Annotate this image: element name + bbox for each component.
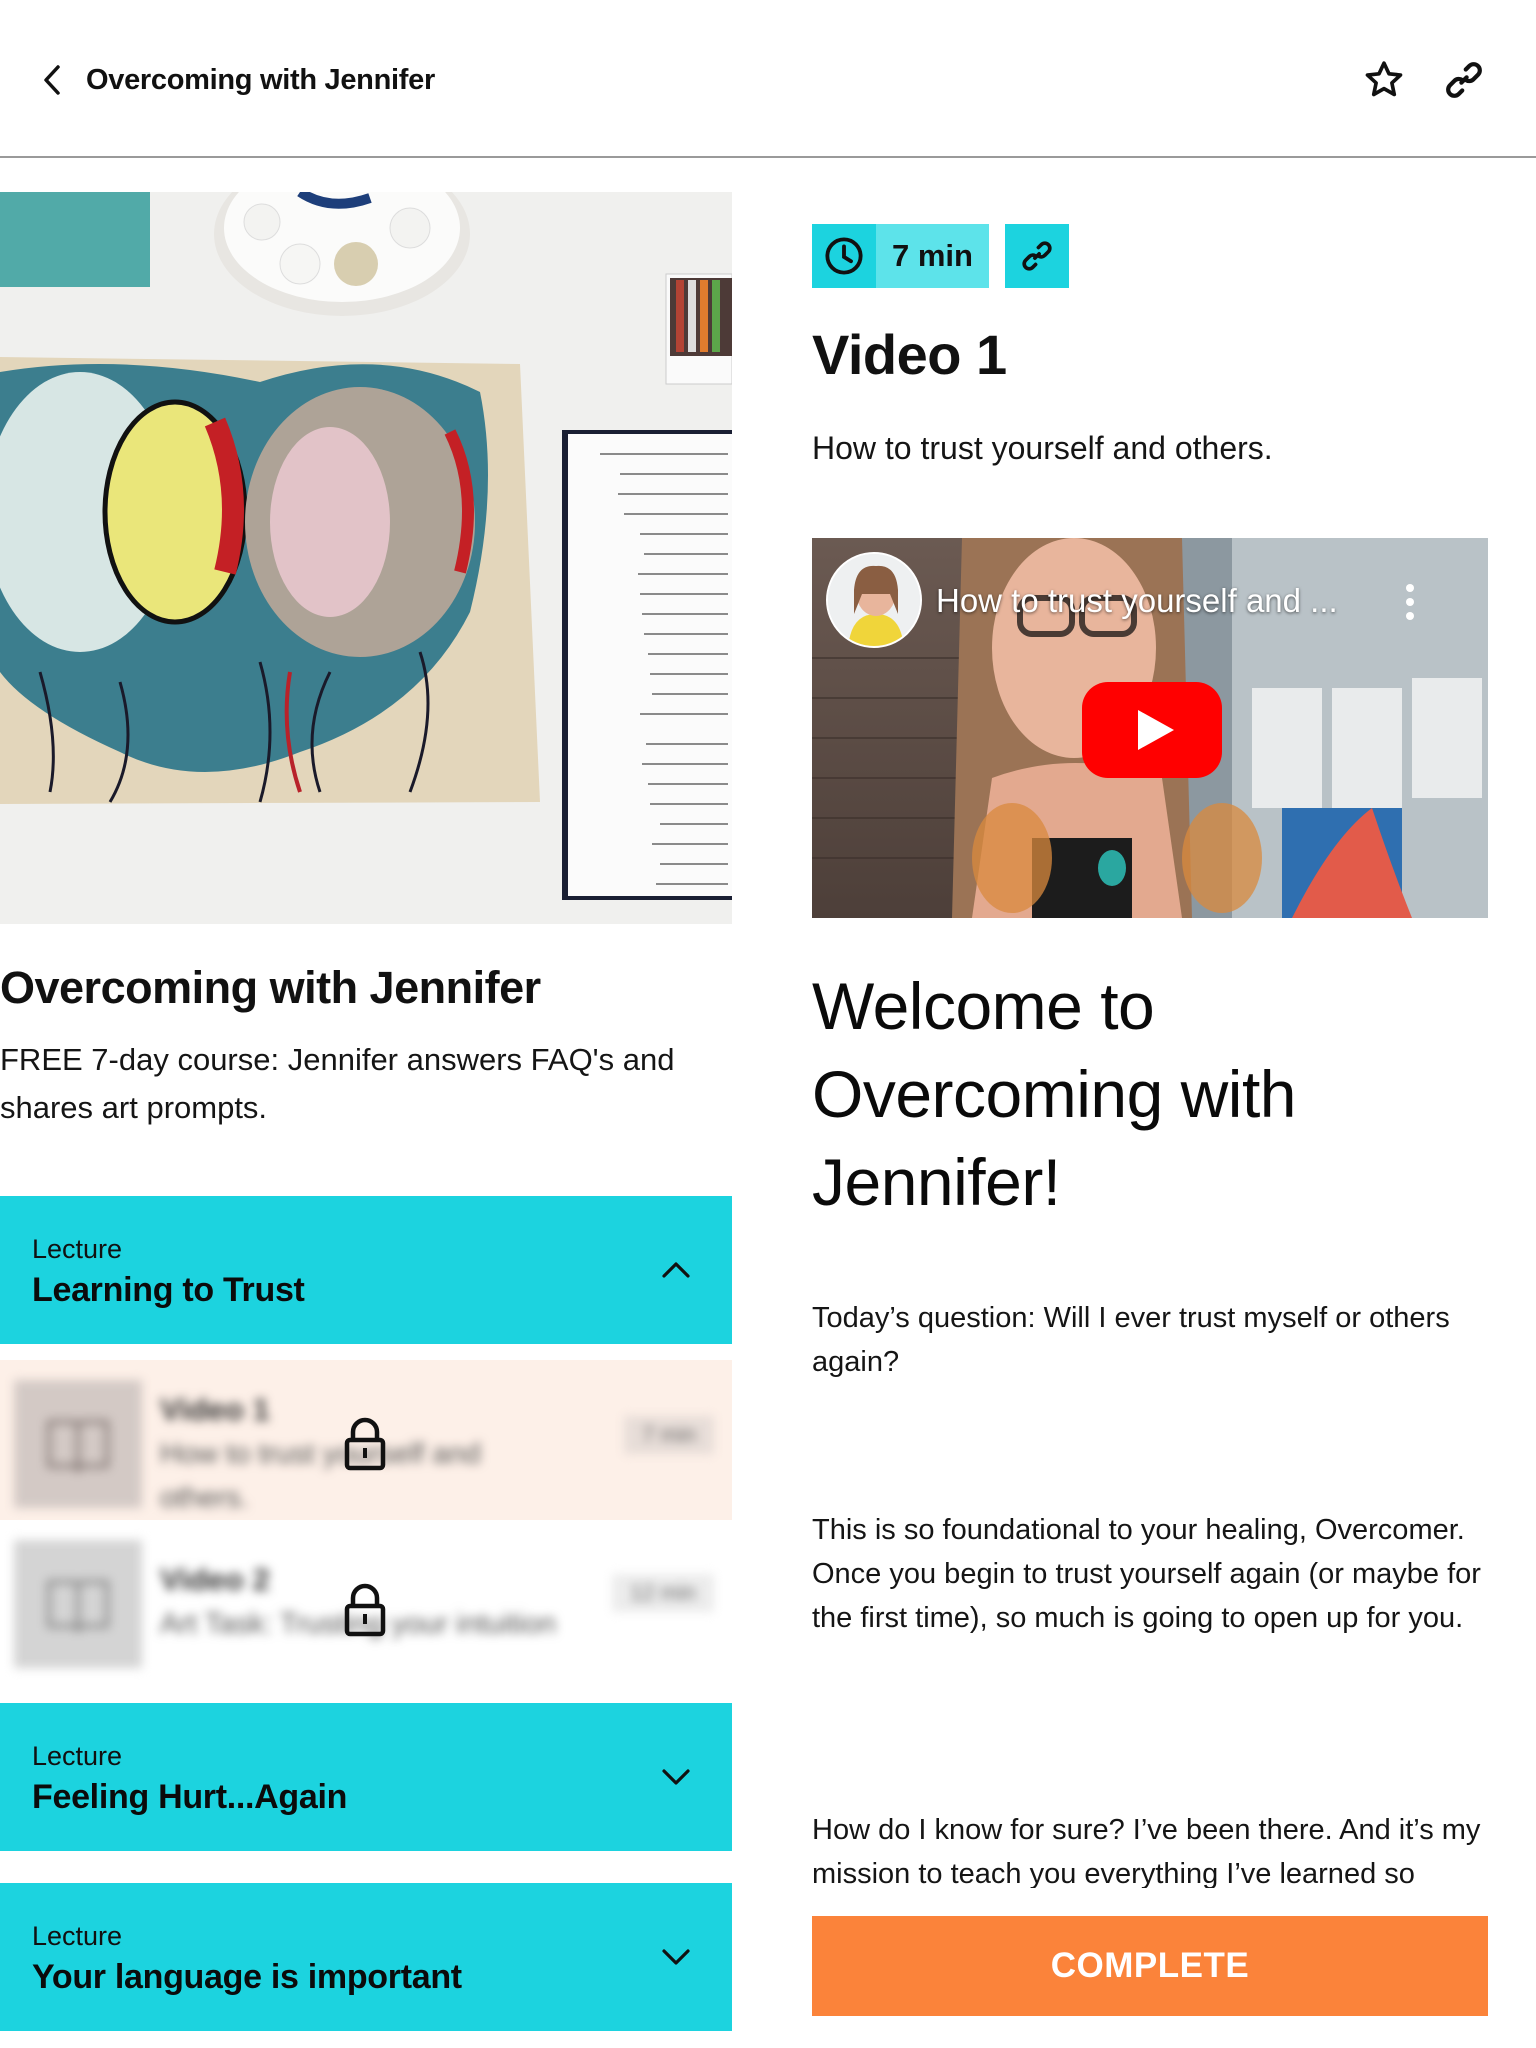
lesson-item-video-1[interactable]: Video 1 How to trust yourself and others… [0,1360,732,1520]
lecture-kind: Lecture [32,1921,123,1951]
channel-avatar[interactable] [826,552,922,648]
back-button[interactable] [34,60,70,100]
lecture-kind: Lecture [32,1234,123,1264]
youtube-video-embed[interactable]: How to trust yourself and ... [812,538,1488,918]
share-link-button[interactable] [1440,56,1488,104]
chevron-down-icon [662,1949,690,1965]
lecture-name: Feeling Hurt...Again [32,1778,348,1816]
lecture-kind: Lecture [32,1741,123,1771]
duration-icon-box [812,224,876,288]
content-paragraph: This is so foundational to your healing,… [812,1514,1481,1634]
lock-icon [344,1417,386,1471]
avatar-image [828,554,920,646]
lesson-thumbnail [14,1380,142,1508]
lecture-header-feeling-hurt-again[interactable]: Lecture Feeling Hurt...Again [0,1703,732,1851]
lesson-title: Video 1 [160,1392,270,1427]
book-icon [47,1420,109,1474]
lesson-title-heading: Video 1 [812,323,1007,386]
book-icon [47,1580,109,1634]
lecture-name: Learning to Trust [32,1271,305,1309]
clock-icon [825,237,863,275]
content-paragraph: How do I know for sure? I’ve been there.… [812,1814,1481,1888]
complete-button[interactable]: COMPLETE [812,1916,1488,2016]
welcome-heading: Welcome to Overcoming with Jennifer! [812,969,1297,1219]
chevron-left-icon [44,65,60,95]
star-outline-icon [1365,61,1403,97]
course-cover-image [0,192,732,924]
lock-icon [344,1583,386,1637]
lesson-subtitle-text: How to trust yourself and others. [812,430,1273,466]
content-paragraph: Today’s question: Will I ever trust myse… [812,1302,1450,1378]
lesson-thumbnail [14,1540,142,1668]
app-header: Overcoming with Jennifer [0,0,1536,158]
lesson-duration: 12 min [611,1574,714,1612]
link-icon [1446,62,1482,98]
chevron-up-icon [662,1262,690,1278]
video-title: How to trust yourself and ... [936,582,1338,619]
duration-badge: 7 min [812,224,989,288]
lesson-subtitle: How to trust yourself and others. [160,1438,481,1514]
lecture-header-your-language-is-important[interactable]: Lecture Your language is important [0,1883,732,2031]
course-title: Overcoming with Jennifer [0,962,541,1013]
chevron-down-icon [662,1769,690,1785]
lesson-link-button[interactable] [1004,224,1069,288]
header-title: Overcoming with Jennifer [86,64,435,96]
duration-text: 7 min [876,224,989,288]
cover-artwork [0,192,732,924]
lesson-item-video-2[interactable]: Video 2 Art Task: Trusting your intuitio… [0,1530,732,1690]
more-options-icon[interactable] [1402,582,1418,622]
course-description: FREE 7-day course: Jennifer answers FAQ'… [0,1042,675,1125]
lecture-name: Your language is important [32,1958,462,1996]
lesson-title: Video 2 [160,1562,270,1597]
link-icon [1022,241,1052,271]
lecture-header-learning-to-trust[interactable]: Lecture Learning to Trust [0,1196,732,1344]
lesson-duration: 7 min [624,1416,714,1454]
lesson-meta-row: 7 min [812,224,1069,288]
favorite-button[interactable] [1360,56,1408,104]
youtube-play-button-icon[interactable] [1082,682,1222,778]
